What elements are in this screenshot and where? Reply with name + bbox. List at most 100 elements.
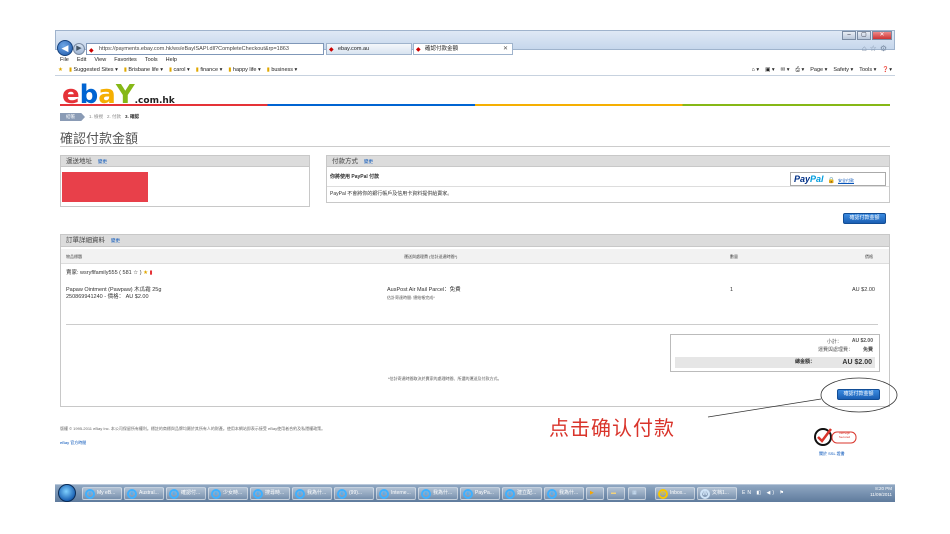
taskbar-item-11[interactable]: e 建立配... bbox=[502, 487, 542, 500]
taskbar-word[interactable]: W 文档1... bbox=[697, 487, 737, 500]
tab-ebay-au[interactable]: ◆ ebay.com.au bbox=[326, 43, 412, 55]
tray-icons: EN ◧ ◀) ⚑ bbox=[742, 490, 786, 496]
taskbar-item-12[interactable]: e 我為什... bbox=[544, 487, 584, 500]
seller-name[interactable]: 賣家: wsryflfamily555 ( 581 ☆ ) bbox=[66, 270, 142, 276]
taskbar-media-player[interactable]: ▶ bbox=[586, 487, 604, 500]
taskbar-item-3[interactable]: e 確認付... bbox=[166, 487, 206, 500]
tray-date[interactable]: 11/09/2011 bbox=[870, 492, 892, 498]
folder-icon: ▮ bbox=[68, 67, 72, 73]
shipping-eta: 估計寄達時間: 總結帳完成* bbox=[387, 295, 435, 300]
ie-icon: e bbox=[253, 489, 263, 499]
home-icon[interactable]: ⌂ ▾ bbox=[751, 65, 759, 76]
settings-gear-icon[interactable]: ⚙ bbox=[880, 44, 890, 53]
shipping-edit-link[interactable]: 變更 bbox=[98, 159, 107, 164]
ie-icon: e bbox=[547, 489, 557, 499]
ie-icon: e bbox=[295, 489, 305, 499]
ebay-logo[interactable]: ebaY.com.hk bbox=[62, 80, 175, 110]
subtotal-value: AU $2.00 bbox=[851, 338, 873, 344]
favorites-star-icon[interactable]: ★ bbox=[58, 65, 63, 75]
home-icon[interactable]: ⌂ bbox=[862, 44, 870, 53]
menu-view[interactable]: View bbox=[94, 56, 106, 65]
feeds-icon[interactable]: ▣ ▾ bbox=[765, 65, 775, 76]
shipping-fee-row: 運費與處理費： 免費 bbox=[818, 346, 873, 353]
back-button[interactable]: ◀ bbox=[57, 40, 73, 56]
taskbar-item-8[interactable]: e Interne... bbox=[376, 487, 416, 500]
item-id-price: 250869941240 - 價格： AU $2.00 bbox=[66, 294, 149, 300]
minimize-button[interactable]: – bbox=[842, 31, 856, 40]
cmd-safety[interactable]: Safety ▾ bbox=[833, 65, 853, 76]
network-icon[interactable]: ◧ bbox=[756, 490, 763, 496]
menu-tools[interactable]: Tools bbox=[145, 56, 158, 65]
annotation-overlay bbox=[707, 377, 898, 418]
confirm-payment-button-top[interactable]: 確認付款金額 bbox=[843, 213, 886, 224]
volume-icon[interactable]: ◀) bbox=[766, 490, 776, 496]
tab-confirm-payment[interactable]: ◆ 確認付款金額 ✕ bbox=[413, 43, 513, 55]
taskbar-app[interactable]: ▦ bbox=[628, 487, 646, 500]
taskbar-item-6[interactable]: e 我為什... bbox=[292, 487, 332, 500]
folder-icon: ▮ bbox=[228, 67, 232, 73]
taskbar-item-7[interactable]: e (99)... bbox=[334, 487, 374, 500]
command-bar: ⌂ ▾ ▣ ▾ ✉ ▾ ⎙ ▾ Page ▾ Safety ▾ Tools ▾ … bbox=[751, 65, 892, 76]
item-title[interactable]: Papaw Ointment (Pawpaw) 木瓜霜 25g bbox=[66, 287, 161, 294]
redacted-address bbox=[62, 172, 148, 202]
forward-button[interactable]: ▶ bbox=[73, 43, 85, 55]
ie-icon: e bbox=[337, 489, 347, 499]
fav-business[interactable]: ▮ business ▾ bbox=[267, 65, 298, 75]
ssl-link[interactable]: 關於 SSL 證書 bbox=[819, 451, 845, 457]
tab-close-icon[interactable]: ✕ bbox=[503, 44, 508, 54]
taskbar-item-9[interactable]: e 我為什... bbox=[418, 487, 458, 500]
taskbar-item-4[interactable]: e 少女時... bbox=[208, 487, 248, 500]
fav-brisbane-life[interactable]: ▮ Brisbane life ▾ bbox=[124, 65, 163, 75]
cmd-page[interactable]: Page ▾ bbox=[810, 65, 827, 76]
ie-icon: e bbox=[463, 489, 473, 499]
ebay-time-link[interactable]: eBay 官方時間 bbox=[60, 440, 86, 446]
menu-favorites[interactable]: Favorites bbox=[114, 56, 137, 65]
flag-icon[interactable]: ⚑ bbox=[779, 490, 785, 496]
payment-edit-link[interactable]: 變更 bbox=[364, 159, 373, 164]
paypal-logo: PayPal 🔒 安全付款 bbox=[790, 172, 886, 186]
verisign-badge[interactable]: VeriSign Secured 關於 SSL 證書 bbox=[814, 426, 858, 457]
help-icon[interactable]: ❓▾ bbox=[882, 65, 892, 76]
tab-label: ebay.com.au bbox=[338, 46, 370, 52]
shipping-method: AusPost Air Mail Parcel：免費 bbox=[387, 287, 461, 293]
secure-payment-link[interactable]: 安全付款 bbox=[838, 178, 854, 183]
maximize-button[interactable]: ▢ bbox=[857, 31, 871, 40]
menu-help[interactable]: Help bbox=[166, 56, 177, 65]
address-bar[interactable]: ◆ https://payments.ebay.com.hk/ws/eBayIS… bbox=[86, 43, 324, 55]
taskbar-item-2[interactable]: e Austral... bbox=[124, 487, 164, 500]
order-edit-link[interactable]: 變更 bbox=[111, 238, 120, 243]
fav-carol[interactable]: ▮ carol ▾ bbox=[169, 65, 190, 75]
taskbar-item-10[interactable]: e PayPa... bbox=[460, 487, 500, 500]
ebay-favicon-icon: ◆ bbox=[416, 47, 421, 53]
taskbar-item-5[interactable]: e 搜尋時... bbox=[250, 487, 290, 500]
taskbar-item-1[interactable]: e My eB... bbox=[82, 487, 122, 500]
folder-icon: ▮ bbox=[266, 67, 270, 73]
seller-info: 賣家: wsryflfamily555 ( 581 ☆ ) ★ ▮ bbox=[66, 270, 153, 277]
gift-icon: ▮ bbox=[149, 270, 153, 276]
print-icon[interactable]: ⎙ ▾ bbox=[796, 65, 805, 76]
app-icon: ▦ bbox=[632, 490, 637, 496]
fav-finance[interactable]: ▮ finance ▾ bbox=[196, 65, 223, 75]
ie-icon: e bbox=[85, 489, 95, 499]
step-review: 1. 檢視 bbox=[89, 114, 104, 119]
subtotal-row: 小計： AU $2.00 bbox=[827, 338, 873, 345]
close-button[interactable]: ✕ bbox=[872, 31, 892, 40]
ebay-favicon-icon: ◆ bbox=[329, 47, 334, 53]
step-confirm: 3. 確認 bbox=[125, 114, 140, 119]
language-icon[interactable]: EN bbox=[742, 490, 753, 496]
fav-suggested-sites[interactable]: ▮ Suggested Sites ▾ bbox=[69, 65, 118, 75]
cmd-tools[interactable]: Tools ▾ bbox=[859, 65, 876, 76]
order-header: 訂單詳細資料 變更 bbox=[60, 234, 890, 247]
mail-icon[interactable]: ✉ ▾ bbox=[781, 65, 790, 76]
system-tray: 8:20 PM 11/09/2011 bbox=[870, 486, 892, 498]
menu-file[interactable]: File bbox=[60, 56, 69, 65]
taskbar-folder[interactable]: ▬ bbox=[607, 487, 625, 500]
taskbar-inbox[interactable]: o Inbox... bbox=[655, 487, 695, 500]
ie-icon: e bbox=[505, 489, 515, 499]
fav-happy-life[interactable]: ▮ happy life ▾ bbox=[228, 65, 260, 75]
menu-edit[interactable]: Edit bbox=[77, 56, 86, 65]
start-button[interactable] bbox=[58, 484, 76, 502]
col-quantity: 數量 bbox=[730, 254, 738, 259]
favorites-star-icon[interactable]: ☆ bbox=[870, 44, 880, 53]
folder-icon: ▮ bbox=[123, 67, 127, 73]
